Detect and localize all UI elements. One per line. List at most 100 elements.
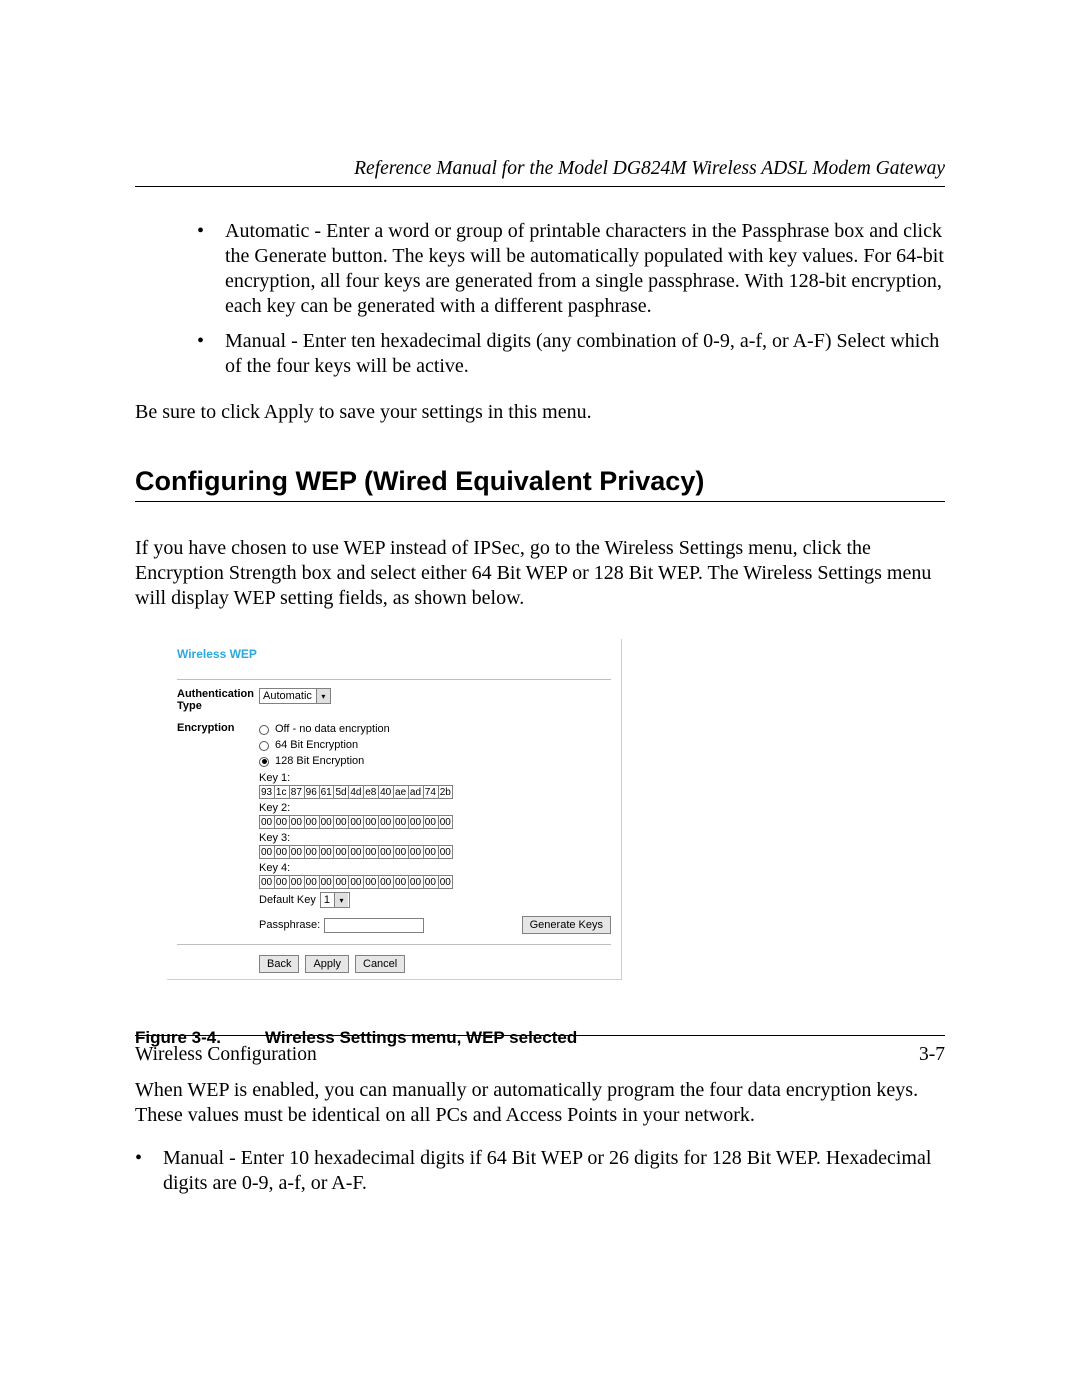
screenshot-sep-1	[177, 679, 611, 680]
key2-label: Key 2:	[259, 802, 611, 814]
hex-cell[interactable]: 2b	[438, 785, 453, 799]
hex-cell[interactable]: 00	[393, 845, 408, 859]
hex-cell[interactable]: 00	[289, 845, 304, 859]
hex-cell[interactable]: 00	[423, 875, 438, 889]
radio-icon	[259, 757, 269, 767]
hex-cell[interactable]: 74	[423, 785, 438, 799]
key2-row[interactable]: 00000000000000000000000000	[259, 815, 611, 829]
bullet-manual-top: Manual - Enter ten hexadecimal digits (a…	[197, 329, 945, 379]
hex-cell[interactable]: 5d	[333, 785, 348, 799]
hex-cell[interactable]: 00	[289, 875, 304, 889]
hex-cell[interactable]: ad	[408, 785, 423, 799]
key4-row[interactable]: 00000000000000000000000000	[259, 875, 611, 889]
footer-rule	[135, 1035, 945, 1036]
apply-note: Be sure to click Apply to save your sett…	[135, 401, 945, 424]
hex-cell[interactable]: 00	[274, 845, 289, 859]
hex-cell[interactable]: 00	[333, 845, 348, 859]
enc-opt-off[interactable]: Off - no data encryption	[259, 722, 611, 737]
hex-cell[interactable]: 00	[289, 815, 304, 829]
apply-button[interactable]: Apply	[305, 955, 349, 973]
hex-cell[interactable]: 00	[438, 875, 453, 889]
hex-cell[interactable]: 00	[304, 875, 319, 889]
auth-type-select[interactable]: Automatic ▾	[259, 688, 331, 704]
hex-cell[interactable]: 00	[408, 815, 423, 829]
hex-cell[interactable]: 00	[363, 875, 378, 889]
bullet-manual-lower: Manual - Enter 10 hexadecimal digits if …	[135, 1146, 945, 1196]
hex-cell[interactable]: 00	[304, 845, 319, 859]
hex-cell[interactable]: 00	[378, 845, 393, 859]
key1-row[interactable]: 931c8796615d4de840aead742b	[259, 785, 611, 799]
hex-cell[interactable]: 00	[408, 875, 423, 889]
bullet-automatic: Automatic - Enter a word or group of pri…	[197, 219, 945, 319]
enc-opt-64[interactable]: 64 Bit Encryption	[259, 738, 611, 753]
key4-label: Key 4:	[259, 862, 611, 874]
radio-icon	[259, 725, 269, 735]
wep-screenshot: Wireless WEP Authentication Type Automat…	[167, 639, 622, 980]
hex-cell[interactable]: 00	[333, 875, 348, 889]
hex-cell[interactable]: 00	[378, 815, 393, 829]
default-key-select[interactable]: 1 ▾	[320, 892, 350, 908]
hex-cell[interactable]: e8	[363, 785, 378, 799]
hex-cell[interactable]: 00	[408, 845, 423, 859]
enc-opt-128-label: 128 Bit Encryption	[275, 754, 364, 769]
hex-cell[interactable]: 40	[378, 785, 393, 799]
footer-right: 3-7	[919, 1044, 945, 1066]
section-heading: Configuring WEP (Wired Equivalent Privac…	[135, 466, 945, 497]
chevron-down-icon: ▾	[334, 893, 348, 907]
hex-cell[interactable]: 00	[259, 875, 274, 889]
key1-label: Key 1:	[259, 772, 611, 784]
default-key-value: 1	[324, 894, 330, 906]
hex-cell[interactable]: 00	[274, 815, 289, 829]
hex-cell[interactable]: 00	[259, 815, 274, 829]
hex-cell[interactable]: 00	[348, 845, 363, 859]
enc-opt-128[interactable]: 128 Bit Encryption	[259, 754, 611, 769]
radio-icon	[259, 741, 269, 751]
running-head: Reference Manual for the Model DG824M Wi…	[135, 158, 945, 186]
hex-cell[interactable]: 00	[259, 845, 274, 859]
auth-type-value: Automatic	[263, 690, 312, 702]
hex-cell[interactable]: ae	[393, 785, 408, 799]
hex-cell[interactable]: 00	[348, 815, 363, 829]
hex-cell[interactable]: 93	[259, 785, 274, 799]
hex-cell[interactable]: 00	[319, 875, 334, 889]
encryption-label: Encryption	[177, 722, 259, 734]
hex-cell[interactable]: 00	[304, 815, 319, 829]
cancel-button[interactable]: Cancel	[355, 955, 405, 973]
hex-cell[interactable]: 61	[319, 785, 334, 799]
enc-opt-64-label: 64 Bit Encryption	[275, 738, 358, 753]
hex-cell[interactable]: 00	[423, 815, 438, 829]
hex-cell[interactable]: 00	[333, 815, 348, 829]
hex-cell[interactable]: 00	[363, 845, 378, 859]
header-rule	[135, 186, 945, 187]
default-key-label: Default Key	[259, 894, 316, 906]
back-button[interactable]: Back	[259, 955, 299, 973]
hex-cell[interactable]: 00	[393, 875, 408, 889]
hex-cell[interactable]: 87	[289, 785, 304, 799]
hex-cell[interactable]: 1c	[274, 785, 289, 799]
passphrase-label: Passphrase:	[259, 919, 320, 931]
hex-cell[interactable]: 96	[304, 785, 319, 799]
hex-cell[interactable]: 00	[363, 815, 378, 829]
hex-cell[interactable]: 00	[423, 845, 438, 859]
screenshot-title: Wireless WEP	[177, 647, 611, 661]
hex-cell[interactable]: 00	[438, 845, 453, 859]
key3-label: Key 3:	[259, 832, 611, 844]
hex-cell[interactable]: 00	[378, 875, 393, 889]
screenshot-sep-2	[177, 944, 611, 945]
intro-paragraph: If you have chosen to use WEP instead of…	[135, 536, 945, 611]
footer-left: Wireless Configuration	[135, 1044, 317, 1066]
hex-cell[interactable]: 00	[348, 875, 363, 889]
generate-keys-button[interactable]: Generate Keys	[522, 916, 611, 934]
passphrase-input[interactable]	[324, 918, 424, 933]
hex-cell[interactable]: 00	[274, 875, 289, 889]
hex-cell[interactable]: 00	[393, 815, 408, 829]
chevron-down-icon: ▾	[316, 689, 330, 703]
after-figure-paragraph: When WEP is enabled, you can manually or…	[135, 1078, 945, 1128]
hex-cell[interactable]: 00	[319, 815, 334, 829]
hex-cell[interactable]: 00	[438, 815, 453, 829]
key3-row[interactable]: 00000000000000000000000000	[259, 845, 611, 859]
auth-type-label: Authentication Type	[177, 688, 259, 712]
hex-cell[interactable]: 4d	[348, 785, 363, 799]
hex-cell[interactable]: 00	[319, 845, 334, 859]
section-rule	[135, 501, 945, 502]
